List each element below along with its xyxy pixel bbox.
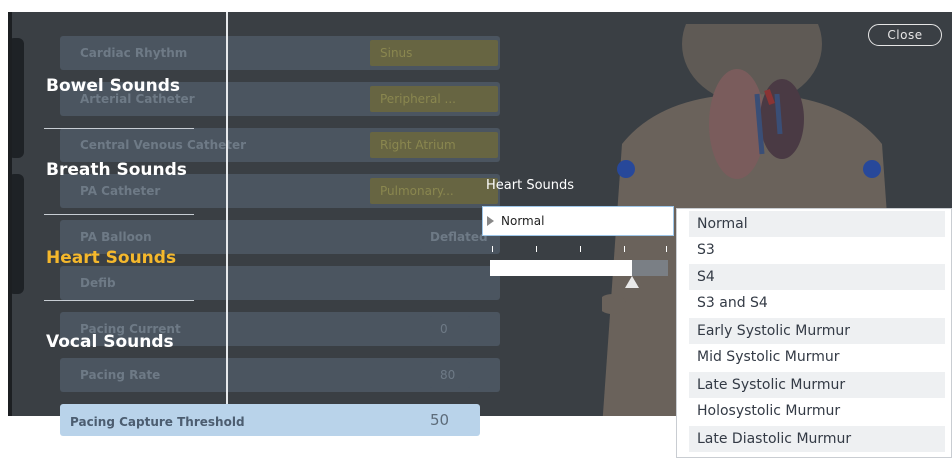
dropdown-option[interactable]: Normal xyxy=(689,211,945,237)
play-arrow-icon xyxy=(487,216,494,226)
param-label: Pacing Rate xyxy=(80,368,161,382)
dropdown-option[interactable]: Mid Systolic Murmur xyxy=(689,344,945,370)
volume-slider-thumb[interactable] xyxy=(625,276,639,288)
volume-tick xyxy=(624,246,625,252)
volume-tick xyxy=(536,246,537,252)
param-value: 80 xyxy=(430,362,470,388)
heart-sound-dropdown-list[interactable]: Normal S3 S4 S3 and S4 Early Systolic Mu… xyxy=(676,208,952,458)
dropdown-option[interactable]: S4 xyxy=(689,264,945,290)
volume-slider-remaining xyxy=(632,260,668,276)
param-row-cardiac-rhythm: Cardiac Rhythm Sinus xyxy=(60,36,500,70)
param-row-pacing-rate: Pacing Rate 80 xyxy=(60,358,500,392)
dropdown-option[interactable]: Early Systolic Murmur xyxy=(689,318,945,344)
volume-slider[interactable] xyxy=(490,260,668,288)
menu-divider xyxy=(44,300,194,301)
param-row-defib: Defib xyxy=(60,266,500,300)
param-value: 0 xyxy=(430,316,470,342)
category-breath-sounds[interactable]: Breath Sounds xyxy=(46,160,187,180)
param-label: Defib xyxy=(80,276,116,290)
param-value: Pulmonary... xyxy=(370,178,498,204)
volume-tick xyxy=(492,246,493,252)
menu-divider xyxy=(44,214,194,215)
close-button[interactable]: Close xyxy=(868,24,942,46)
volume-tick xyxy=(580,246,581,252)
heart-sound-select[interactable]: Normal xyxy=(482,206,674,236)
menu-divider xyxy=(44,128,194,129)
param-value: Right Atrium xyxy=(370,132,498,158)
dropdown-option[interactable]: S3 and S4 xyxy=(689,290,945,316)
side-tab xyxy=(12,38,24,158)
dropdown-option[interactable]: Late Diastolic Murmur xyxy=(689,426,945,452)
category-bowel-sounds[interactable]: Bowel Sounds xyxy=(46,76,180,96)
param-label: Cardiac Rhythm xyxy=(80,46,188,60)
param-value: Sinus xyxy=(370,40,498,66)
side-tab xyxy=(12,174,24,294)
category-heart-sounds[interactable]: Heart Sounds xyxy=(46,248,176,268)
dropdown-option[interactable]: S3 xyxy=(689,237,945,263)
volume-tick xyxy=(666,246,667,252)
category-vocal-sounds[interactable]: Vocal Sounds xyxy=(46,332,174,352)
param-label: PA Balloon xyxy=(80,230,152,244)
param-label: Pacing Capture Threshold xyxy=(70,415,245,429)
param-value: Peripheral ... xyxy=(370,86,498,112)
heart-sound-selected-value: Normal xyxy=(501,214,545,228)
param-row-pacing-capture-threshold: Pacing Capture Threshold 50 xyxy=(60,404,480,436)
param-value: 50 xyxy=(430,411,450,429)
menu-vertical-divider xyxy=(226,12,228,416)
dropdown-option[interactable]: Holosystolic Murmur xyxy=(689,398,945,424)
param-label: PA Catheter xyxy=(80,184,161,198)
heart-sounds-title: Heart Sounds xyxy=(486,178,575,193)
param-row-central-venous-catheter: Central Venous Catheter Right Atrium xyxy=(60,128,500,162)
dropdown-option[interactable]: Late Systolic Murmur xyxy=(689,372,945,398)
param-label: Central Venous Catheter xyxy=(80,138,247,152)
